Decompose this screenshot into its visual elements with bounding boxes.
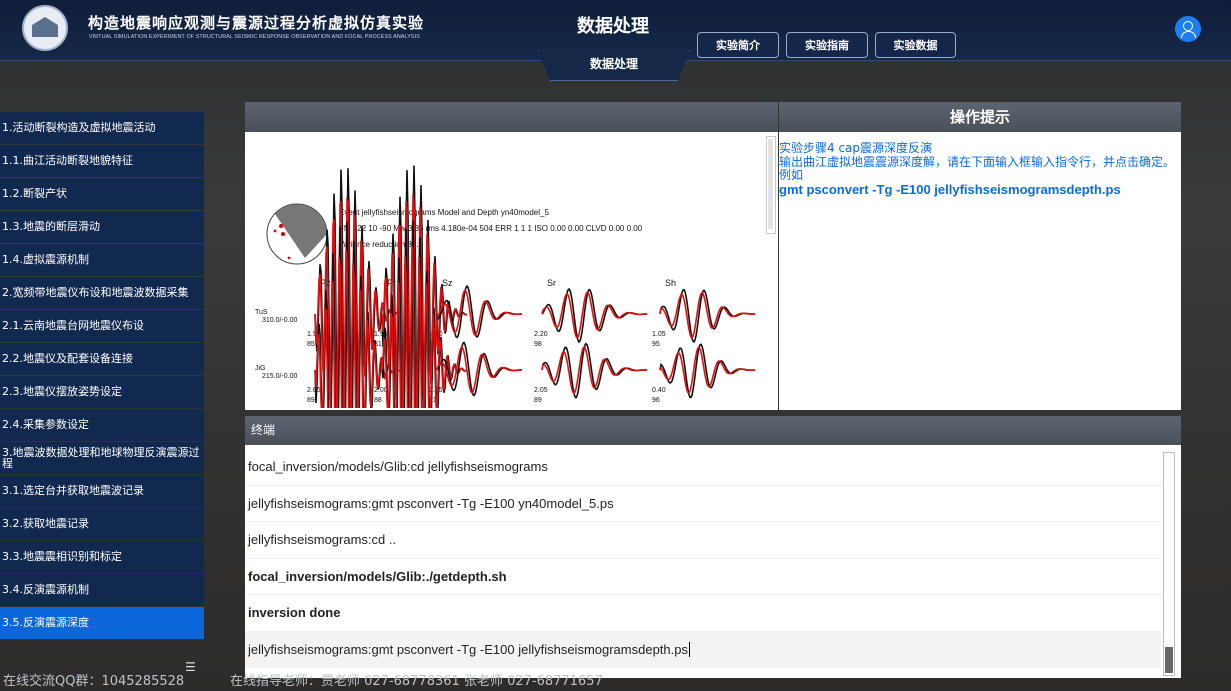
waveform-panel-header — [245, 102, 778, 132]
terminal-title: 终端 — [245, 416, 1181, 445]
app-title: 构造地震响应观测与震源过程分析虚拟仿真实验 — [88, 14, 425, 32]
station-value: 96 — [652, 397, 660, 404]
sidebar-item[interactable]: 3.5.反演震源深度 — [0, 607, 204, 639]
terminal-line: focal_inversion/models/Glib:./getdepth.s… — [245, 559, 1161, 595]
tab-data-processing[interactable]: 数据处理 — [538, 50, 690, 81]
user-icon[interactable] — [1175, 16, 1201, 42]
station-value: 2.00 — [374, 387, 388, 394]
footer: 在线交流QQ群：1045285528 在线指导老师：贾老师 027-687783… — [0, 673, 1231, 691]
station-value: 98 — [534, 341, 542, 348]
sidebar-item[interactable]: 2.3.地震仪摆放姿势设定 — [0, 376, 204, 408]
station-value: 2.05 — [307, 387, 321, 394]
station-value: 0.40 — [652, 387, 666, 394]
station-name: JiG — [255, 365, 266, 372]
tips-desc: 输出曲江虚拟地震震源深度解，请在下面输入框输入指令行，并点击确定。 — [779, 154, 1176, 169]
sidebar-item[interactable]: 3.2.获取地震记录 — [0, 508, 204, 540]
sidebar-item[interactable]: 1.4.虚拟震源机制 — [0, 244, 204, 276]
waveform-plot: Event jellyfishseismograms Model and Dep… — [245, 138, 766, 408]
waveform-panel: Event jellyfishseismograms Model and Dep… — [245, 102, 778, 410]
station-value: 1.05 — [652, 331, 666, 338]
terminal-scrollbar[interactable] — [1163, 452, 1175, 676]
station-value: 2.20 — [534, 331, 548, 338]
component-label: Sz — [442, 278, 453, 288]
station-value: 89 — [534, 397, 542, 404]
tips-body: 实验步骤4 cap震源深度反演 输出曲江虚拟地震震源深度解，请在下面输入框输入指… — [779, 132, 1181, 196]
station-value: 2.05 — [534, 387, 548, 394]
component-label: Sr — [547, 278, 556, 288]
page-title: 数据处理 — [577, 16, 649, 37]
sidebar-item[interactable]: 3.地震波数据处理和地球物理反演震源过程 — [0, 442, 204, 474]
waveform-svg: Event jellyfishseismograms Model and Dep… — [255, 165, 756, 408]
terminal-output: focal_inversion/models/Glib:cd jellyfish… — [245, 445, 1181, 632]
footer-teachers: 在线指导老师：贾老师 027-68778361 张老师 027-68771657 — [230, 674, 603, 689]
sidebar-item[interactable]: 2.2.地震仪及配套设备连接 — [0, 343, 204, 375]
tips-example-command: gmt psconvert -Tg -E100 jellyfishseismog… — [779, 181, 1121, 197]
sidebar-item[interactable]: 2.4.采集参数设定 — [0, 409, 204, 441]
sidebar: 1.活动断裂构造及虚拟地震活动 1.1.曲江活动断裂地貌特征 1.2.断裂产状 1.3… — [0, 112, 204, 640]
sidebar-item[interactable]: 3.4.反演震源机制 — [0, 574, 204, 606]
terminal-line: inversion done — [245, 595, 1161, 632]
station-value: 85 — [307, 341, 315, 348]
plot-variance-line: Variance reduction 84.2 — [339, 240, 423, 249]
list-icon[interactable]: ☰ — [185, 660, 196, 674]
plot-event-line: Event jellyfishseismograms Model and Dep… — [339, 208, 549, 217]
intro-button[interactable]: 实验简介 — [697, 32, 779, 58]
sidebar-item[interactable]: 2.宽频带地震仪布设和地震波数据采集 — [0, 277, 204, 309]
footer-qq: 在线交流QQ群：1045285528 — [3, 674, 185, 689]
guide-button[interactable]: 实验指南 — [786, 32, 868, 58]
station-value: 88 — [374, 397, 382, 404]
terminal-line: focal_inversion/models/Glib:cd jellyfish… — [245, 449, 1161, 486]
sidebar-item[interactable]: 2.1.云南地震台网地震仪布设 — [0, 310, 204, 342]
app-subtitle: VIRTUAL SIMULATION EXPERIMENT OF STRUCTU… — [89, 34, 420, 40]
station-info: 310.0/-0.00 — [262, 317, 298, 324]
terminal-panel: 终端 focal_inversion/models/Glib:cd jellyf… — [245, 416, 1181, 678]
station-name: TuS — [255, 309, 268, 316]
component-label: Sh — [665, 278, 676, 288]
terminal-line: jellyfishseismograms:cd .. — [245, 522, 1161, 559]
beachball-diagram — [266, 203, 328, 265]
terminal-line: jellyfishseismograms:gmt psconvert -Tg -… — [245, 486, 1161, 522]
terminal-input[interactable]: jellyfishseismograms:gmt psconvert -Tg -… — [245, 631, 1161, 668]
waveform-trace — [541, 287, 648, 344]
sidebar-item[interactable]: 1.2.断裂产状 — [0, 178, 204, 210]
sidebar-item[interactable]: 1.1.曲江活动断裂地貌特征 — [0, 145, 204, 177]
station-info: 215.0/-0.00 — [262, 373, 298, 380]
sidebar-item[interactable]: 1.3.地震的断层滑动 — [0, 211, 204, 243]
tips-step: 实验步骤4 cap震源深度反演 — [779, 141, 933, 155]
plot-scrollbar[interactable] — [766, 136, 776, 234]
tips-title: 操作提示 — [779, 102, 1181, 132]
plot-fm-line: FM 122 10 -90 Mw 3.86 rms 4.180e-04 504 … — [339, 224, 643, 233]
station-value: 89 — [307, 397, 315, 404]
sidebar-item[interactable]: 1.活动断裂构造及虚拟地震活动 — [0, 112, 204, 144]
university-logo — [22, 5, 68, 51]
waveform-trace — [659, 343, 755, 399]
sidebar-item[interactable]: 3.1.选定台并获取地震波记录 — [0, 475, 204, 507]
data-button[interactable]: 实验数据 — [875, 32, 956, 58]
station-value: 95 — [652, 341, 660, 348]
tips-panel: 操作提示 实验步骤4 cap震源深度反演 输出曲江虚拟地震震源深度解，请在下面输… — [779, 102, 1181, 410]
tips-example-label: 例如 — [779, 168, 804, 182]
sidebar-item[interactable]: 3.3.地震震相识别和标定 — [0, 541, 204, 573]
